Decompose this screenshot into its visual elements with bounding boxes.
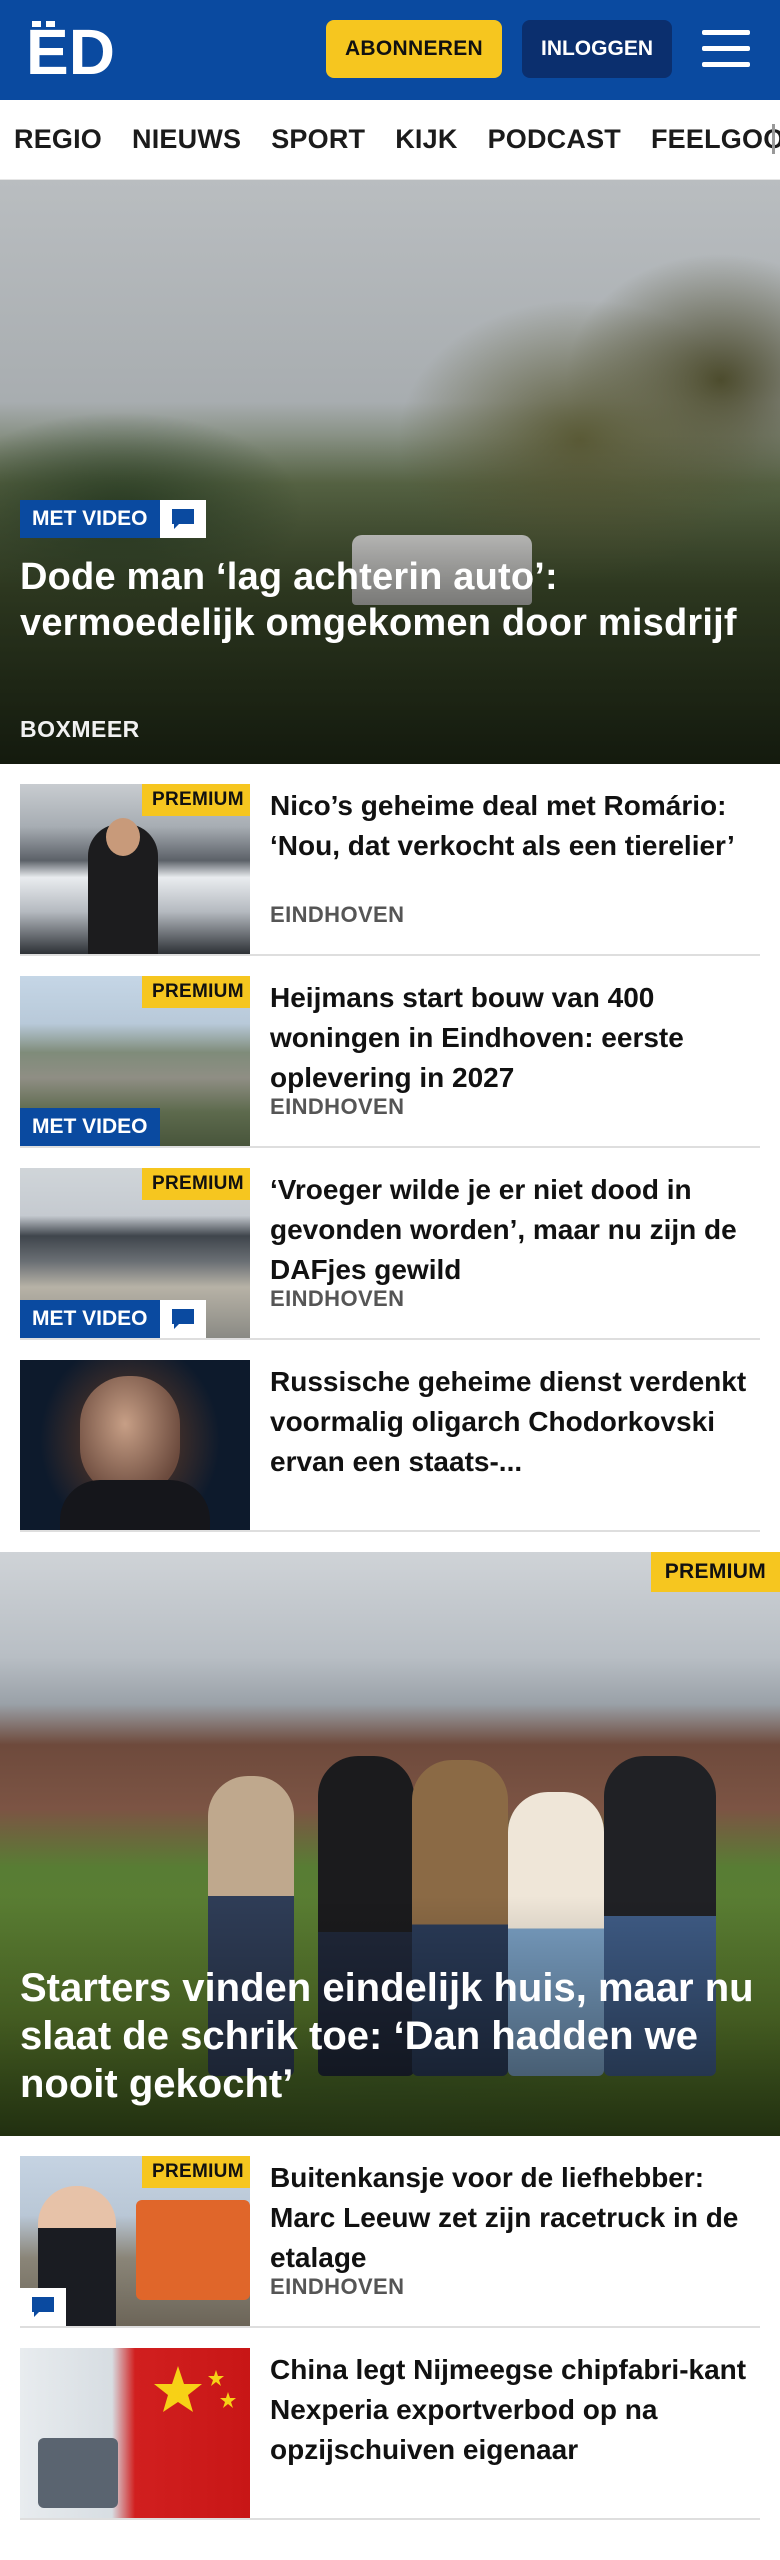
premium-badge: PREMIUM — [142, 1168, 250, 1200]
article-thumbnail: PREMIUM MET VIDEO — [20, 1168, 250, 1338]
article-title[interactable]: China legt Nijmeegse chipfabri-kant Nexp… — [270, 2350, 760, 2470]
list-item[interactable]: PREMIUM Buitenkansje voor de liefhebber:… — [20, 2136, 760, 2328]
hamburger-menu-icon[interactable] — [696, 24, 756, 74]
ed-logo-icon: ED — [26, 19, 114, 79]
feature-title[interactable]: Starters vinden eindelijk huis, maar nu … — [20, 1964, 760, 2108]
article-location: EINDHOVEN — [270, 1286, 405, 1311]
login-button[interactable]: INLOGGEN — [522, 20, 672, 78]
article-thumbnail: PREMIUM — [20, 784, 250, 954]
article-thumbnail: PREMIUM MET VIDEO — [20, 976, 250, 1146]
article-title[interactable]: ‘Vroeger wilde je er niet dood in gevond… — [270, 1170, 760, 1290]
article-location: EINDHOVEN — [270, 1094, 405, 1119]
list-item[interactable]: PREMIUM MET VIDEO ‘Vroeger wilde je er n… — [20, 1148, 760, 1340]
premium-badge: PREMIUM — [142, 2156, 250, 2188]
premium-badge: PREMIUM — [142, 784, 250, 816]
article-location: EINDHOVEN — [270, 2274, 405, 2299]
comment-icon — [20, 2288, 66, 2326]
hero-article[interactable]: MET VIDEO Dode man ‘lag achterin auto’: … — [0, 180, 780, 764]
svg-text:ED: ED — [26, 19, 114, 79]
flag-stars-icon — [154, 2366, 236, 2412]
feature-article[interactable]: PREMIUM Starters vinden eindelijk huis, … — [0, 1552, 780, 2136]
video-badge: MET VIDEO — [20, 1108, 160, 1146]
nav-item-nieuws[interactable]: NIEUWS — [132, 124, 241, 155]
video-badge: MET VIDEO — [20, 500, 160, 538]
nav-item-feelgood[interactable]: FEELGOOD — [651, 124, 780, 155]
nav-item-sport[interactable]: SPORT — [271, 124, 365, 155]
comment-icon — [160, 1300, 206, 1338]
list-item[interactable]: Russische geheime dienst verdenkt voorma… — [20, 1340, 760, 1532]
article-title[interactable]: Nico’s geheime deal met Romário: ‘Nou, d… — [270, 786, 760, 866]
nav-item-kijk[interactable]: KIJK — [395, 124, 457, 155]
hero-location: BOXMEER — [20, 716, 140, 742]
premium-badge: PREMIUM — [650, 1552, 780, 1592]
article-thumbnail — [20, 2348, 250, 2518]
article-location: EINDHOVEN — [270, 902, 405, 927]
article-title[interactable]: Buitenkansje voor de liefhebber: Marc Le… — [270, 2158, 760, 2278]
article-title[interactable]: Heijmans start bouw van 400 woningen in … — [270, 978, 760, 1098]
comment-icon — [160, 500, 206, 538]
premium-badge: PREMIUM — [142, 976, 250, 1008]
hero-title[interactable]: Dode man ‘lag achterin auto’: vermoedeli… — [20, 554, 740, 646]
top-bar: ED ABONNEREN INLOGGEN — [0, 0, 780, 100]
video-badge: MET VIDEO — [20, 1300, 160, 1338]
site-logo[interactable]: ED — [26, 16, 114, 82]
list-item[interactable]: China legt Nijmeegse chipfabri-kant Nexp… — [20, 2328, 760, 2520]
list-item[interactable]: PREMIUM Nico’s geheime deal met Romário:… — [20, 764, 760, 956]
nav-overflow-indicator — [772, 124, 780, 154]
list-item[interactable]: PREMIUM MET VIDEO Heijmans start bouw va… — [20, 956, 760, 1148]
article-title[interactable]: Russische geheime dienst verdenkt voorma… — [270, 1362, 760, 1482]
subscribe-button[interactable]: ABONNEREN — [326, 20, 502, 78]
article-thumbnail: PREMIUM — [20, 2156, 250, 2326]
section-nav: REGIO NIEUWS SPORT KIJK PODCAST FEELGOOD — [0, 100, 780, 180]
nav-item-regio[interactable]: REGIO — [14, 124, 102, 155]
nav-item-podcast[interactable]: PODCAST — [488, 124, 621, 155]
article-thumbnail — [20, 1360, 250, 1530]
